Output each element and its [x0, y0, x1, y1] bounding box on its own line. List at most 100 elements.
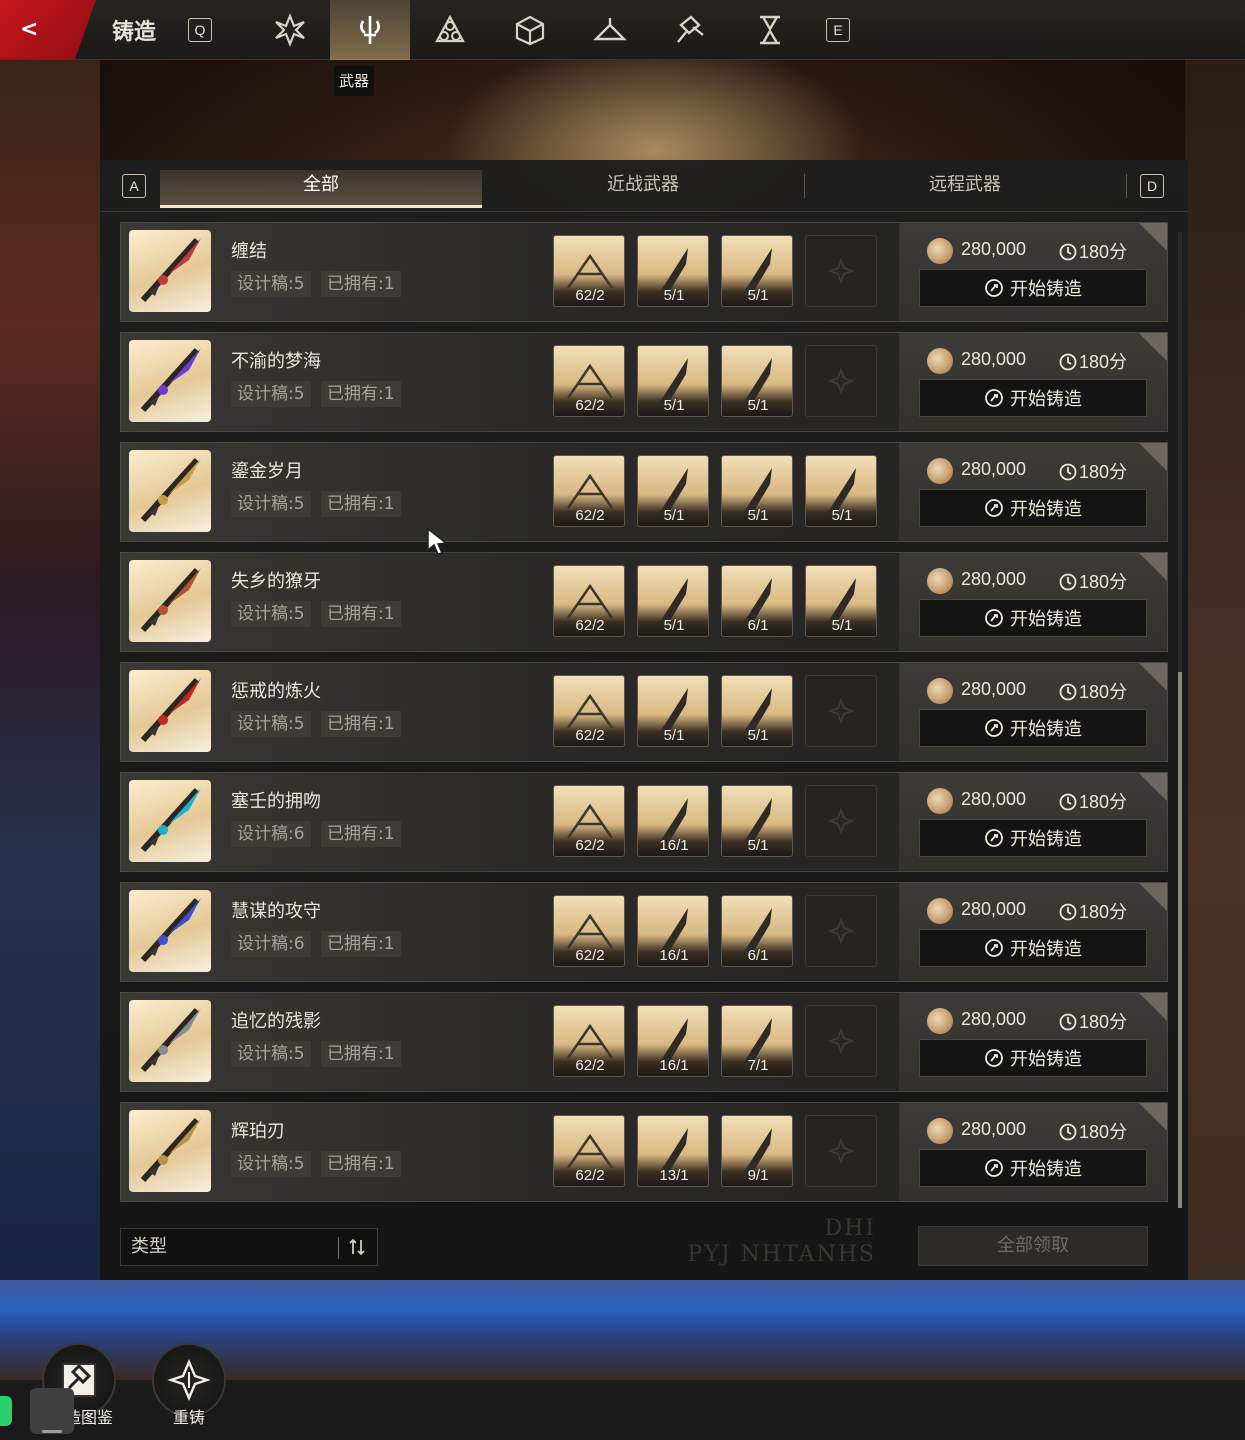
empty-slot-icon: [828, 1028, 854, 1054]
tab-all[interactable]: 全部: [160, 170, 482, 208]
material-slot[interactable]: 62/2: [553, 785, 625, 857]
key-e-hint[interactable]: E: [826, 17, 850, 42]
material-slot[interactable]: 5/1: [721, 345, 793, 417]
weapon-row[interactable]: 追忆的残影 设计稿:5 已拥有:1 62/2 16/1 7/1 280,000 180分 开始铸…: [120, 992, 1168, 1092]
material-slot[interactable]: 62/2: [553, 455, 625, 527]
start-forge-button[interactable]: 开始铸造: [919, 1039, 1147, 1077]
weapon-row[interactable]: 鎏金岁月 设计稿:5 已拥有:1 62/2 5/1 5/1 5/1 280,000 180分 开始…: [120, 442, 1168, 542]
tab-ranged[interactable]: 远程武器: [804, 170, 1126, 208]
material-slot[interactable]: 62/2: [553, 675, 625, 747]
material-slot[interactable]: 62/2: [553, 235, 625, 307]
start-forge-button[interactable]: 开始铸造: [919, 599, 1147, 637]
weapon-row[interactable]: 慧谋的攻守 设计稿:6 已拥有:1 62/2 16/1 6/1 280,000 180分 开始铸…: [120, 882, 1168, 982]
scrollbar-thumb[interactable]: [1178, 672, 1182, 1208]
start-forge-button[interactable]: 开始铸造: [919, 929, 1147, 967]
type-filter-select[interactable]: 类型: [120, 1228, 378, 1266]
material-slot[interactable]: 16/1: [637, 1005, 709, 1077]
start-forge-button[interactable]: 开始铸造: [919, 489, 1147, 527]
pin-corner[interactable]: [1139, 663, 1167, 691]
weapon-name: 追忆的残影: [231, 1011, 321, 1032]
material-slot[interactable]: 5/1: [637, 345, 709, 417]
coin-icon: [927, 1008, 953, 1034]
material-slot[interactable]: 5/1: [637, 455, 709, 527]
start-forge-button[interactable]: 开始铸造: [919, 269, 1147, 307]
material-slot[interactable]: 6/1: [721, 565, 793, 637]
key-q-hint[interactable]: Q: [188, 17, 212, 42]
start-forge-button[interactable]: 开始铸造: [919, 819, 1147, 857]
pin-corner[interactable]: [1139, 993, 1167, 1021]
scrollbar[interactable]: [1178, 232, 1182, 1208]
material-count: 5/1: [663, 617, 685, 634]
pin-corner[interactable]: [1139, 1103, 1167, 1131]
design-count-chip: 设计稿:5: [231, 1041, 311, 1067]
weapon-row[interactable]: 缠结 设计稿:5 已拥有:1 62/2 5/1 5/1 280,000 180分 开始铸造: [120, 222, 1168, 322]
pin-corner[interactable]: [1139, 883, 1167, 911]
material-slot[interactable]: 5/1: [721, 785, 793, 857]
forge-time-value: 180分: [1079, 352, 1128, 372]
material-slot[interactable]: 5/1: [637, 675, 709, 747]
material-slot[interactable]: 6/1: [721, 895, 793, 967]
material-slot[interactable]: 9/1: [721, 1115, 793, 1187]
pin-corner[interactable]: [1139, 773, 1167, 801]
sort-icon[interactable]: [347, 1237, 367, 1257]
app-logo[interactable]: <: [0, 0, 96, 60]
material-slot[interactable]: 5/1: [721, 455, 793, 527]
material-slot[interactable]: 62/2: [553, 345, 625, 417]
top-nav: < 铸造 Q E: [0, 0, 1245, 60]
clock-icon: [1059, 243, 1077, 261]
start-forge-button[interactable]: 开始铸造: [919, 1149, 1147, 1187]
forge-time-value: 180分: [1079, 1122, 1128, 1142]
material-slot[interactable]: 16/1: [637, 895, 709, 967]
empty-slot-icon: [828, 258, 854, 284]
material-slot[interactable]: 5/1: [805, 455, 877, 527]
pin-corner[interactable]: [1139, 223, 1167, 251]
start-forge-label: 开始铸造: [1010, 1049, 1082, 1070]
material-slot[interactable]: 5/1: [721, 235, 793, 307]
material-slot[interactable]: 5/1: [637, 235, 709, 307]
material-slot[interactable]: 5/1: [805, 565, 877, 637]
weapon-row[interactable]: 失乡的獠牙 设计稿:5 已拥有:1 62/2 5/1 6/1 5/1 280,000 180分开…: [120, 552, 1168, 652]
taskbar-avatar[interactable]: [30, 1388, 74, 1434]
taskbar-chat-icon[interactable]: [0, 1396, 12, 1426]
material-slot[interactable]: 5/1: [721, 675, 793, 747]
weapon-art-icon: [140, 567, 201, 633]
material-slot[interactable]: 62/2: [553, 565, 625, 637]
material-slot[interactable]: 7/1: [721, 1005, 793, 1077]
material-slot[interactable]: 13/1: [637, 1115, 709, 1187]
weapon-row[interactable]: 不渝的梦海 设计稿:5 已拥有:1 62/2 5/1 5/1 280,000 180分 开始铸造: [120, 332, 1168, 432]
nav-tab-cube[interactable]: [490, 0, 570, 60]
material-slot[interactable]: 62/2: [553, 1005, 625, 1077]
design-count-chip: 设计稿:5: [231, 601, 311, 627]
material-slot[interactable]: 62/2: [553, 895, 625, 967]
nav-tab-triquetra[interactable]: [410, 0, 490, 60]
start-forge-label: 开始铸造: [1010, 279, 1082, 300]
key-d-hint[interactable]: D: [1140, 174, 1164, 198]
pin-corner[interactable]: [1139, 553, 1167, 581]
weapon-thumbnail: [129, 890, 211, 972]
key-a-hint[interactable]: A: [122, 174, 146, 198]
material-slot[interactable]: 16/1: [637, 785, 709, 857]
start-forge-button[interactable]: 开始铸造: [919, 379, 1147, 417]
pin-corner[interactable]: [1139, 443, 1167, 471]
nav-tab-hanger[interactable]: [570, 0, 650, 60]
nav-tab-hourglass[interactable]: [730, 0, 810, 60]
weapon-thumbnail: [129, 450, 211, 532]
material-count: 5/1: [747, 287, 769, 304]
material-slot[interactable]: 5/1: [637, 565, 709, 637]
forge-action-box: 280,000 180分 开始铸造: [899, 993, 1167, 1091]
weapon-name: 缠结: [231, 241, 267, 262]
claim-all-button[interactable]: 全部领取: [918, 1226, 1148, 1266]
forge-cost: 280,000: [961, 459, 1027, 479]
material-slot-empty: [805, 1115, 877, 1187]
weapon-row[interactable]: 惩戒的炼火 设计稿:5 已拥有:1 62/2 5/1 5/1 280,000 180分 开始铸造: [120, 662, 1168, 762]
tab-melee[interactable]: 近战武器: [482, 170, 804, 208]
pin-corner[interactable]: [1139, 333, 1167, 361]
weapon-row[interactable]: 辉珀刃 设计稿:5 已拥有:1 62/2 13/1 9/1 280,000 180分 开始铸造: [120, 1102, 1168, 1202]
nav-tab-hammer[interactable]: [650, 0, 730, 60]
nav-tab-weapon[interactable]: [330, 0, 410, 60]
coin-icon: [927, 238, 953, 264]
material-slot[interactable]: 62/2: [553, 1115, 625, 1187]
weapon-row[interactable]: 塞壬的拥吻 设计稿:6 已拥有:1 62/2 16/1 5/1 280,000 180分 开始铸…: [120, 772, 1168, 872]
start-forge-button[interactable]: 开始铸造: [919, 709, 1147, 747]
nav-tab-shuriken[interactable]: [250, 0, 330, 60]
